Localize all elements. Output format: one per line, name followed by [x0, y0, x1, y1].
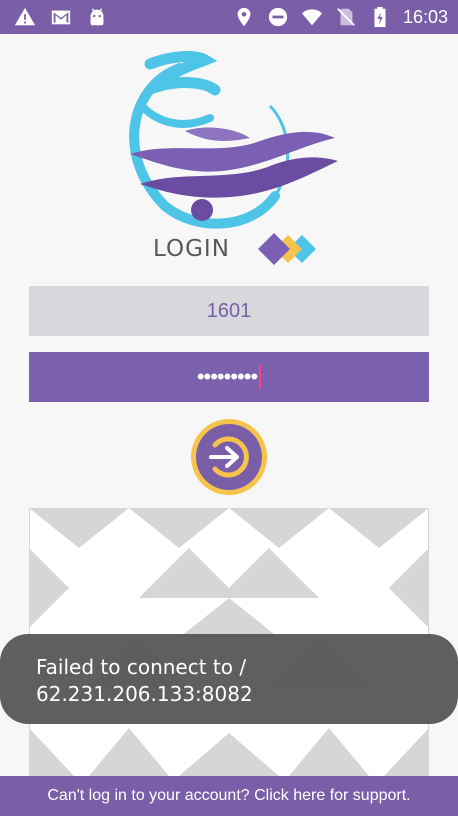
android-icon — [90, 8, 104, 26]
login-title: LOGIN — [153, 236, 230, 262]
no-sim-icon — [337, 8, 355, 26]
warning-icon — [14, 7, 36, 26]
password-value: ••••••••• — [196, 364, 258, 389]
status-bar-left — [14, 6, 108, 28]
gmail-icon — [51, 10, 71, 25]
status-bar: 16:03 — [0, 0, 458, 34]
wifi-icon — [301, 9, 323, 26]
login-button[interactable] — [189, 417, 269, 497]
password-field[interactable]: ••••••••• — [29, 352, 429, 402]
login-heading-row: LOGIN — [153, 229, 320, 269]
app-logo — [129, 51, 338, 229]
do-not-disturb-icon — [268, 7, 288, 27]
support-footer[interactable]: Can't log in to your account? Click here… — [0, 776, 458, 816]
battery-icon — [374, 6, 386, 28]
status-bar-right: 16:03 — [233, 6, 448, 28]
username-value: 1601 — [206, 299, 252, 322]
support-link[interactable]: Can't log in to your account? Click here… — [47, 787, 410, 805]
location-icon — [237, 7, 251, 27]
diamond-arrows-icon — [257, 233, 316, 265]
error-toast: Failed to connect to / 62.231.206.133:80… — [0, 634, 458, 724]
text-cursor — [259, 365, 262, 389]
status-time: 16:03 — [402, 7, 448, 27]
username-field[interactable]: 1601 — [29, 286, 429, 336]
toast-message: Failed to connect to / 62.231.206.133:80… — [36, 655, 253, 706]
